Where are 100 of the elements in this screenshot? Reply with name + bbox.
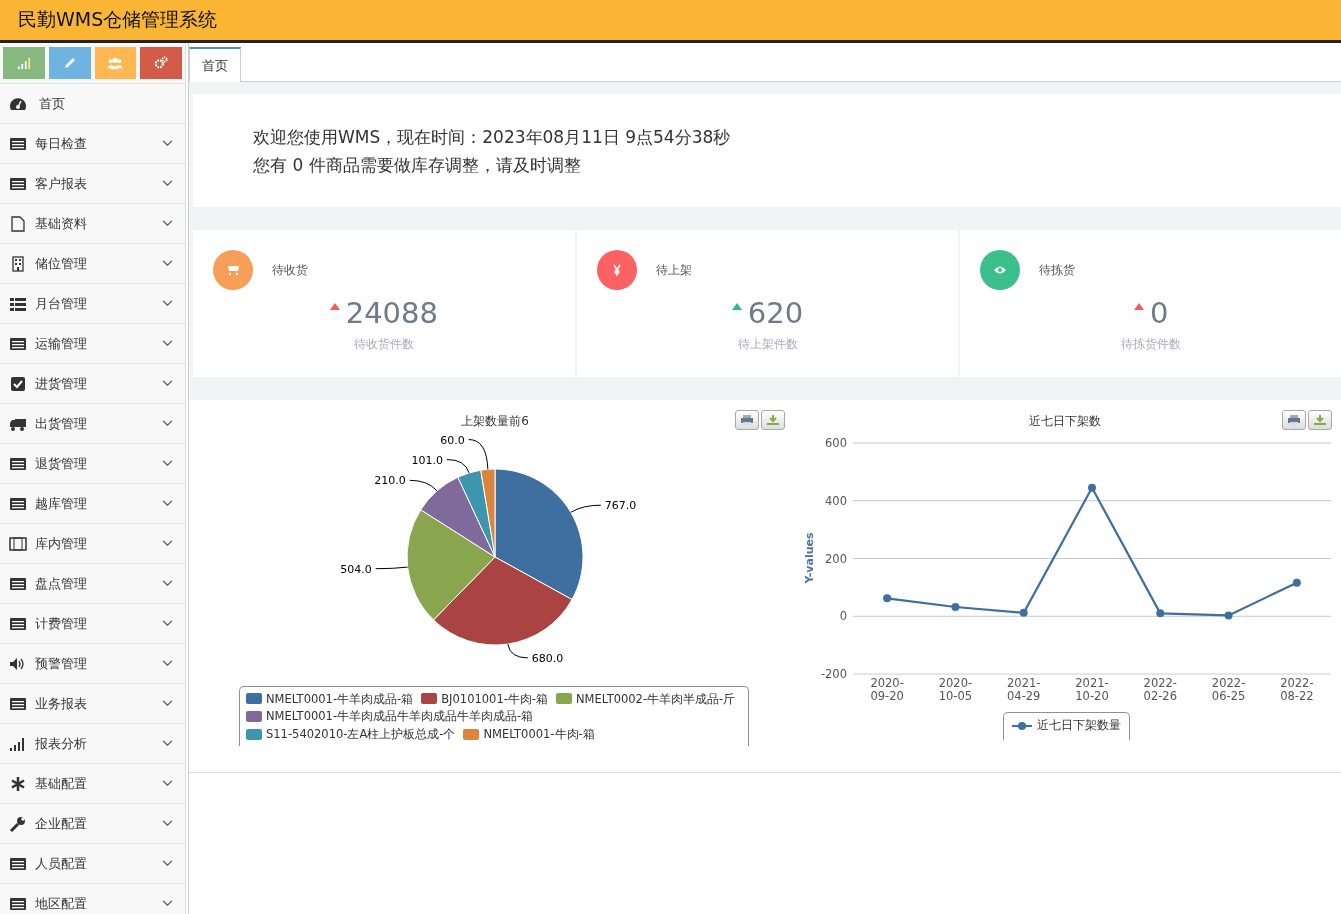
y-axis-title: Y-values xyxy=(803,532,816,584)
x-tick-label: 2020- 10-05 xyxy=(938,676,973,703)
chevron-down-icon xyxy=(162,460,173,467)
print-button[interactable] xyxy=(735,410,759,430)
sidebar-item[interactable]: 计费管理 xyxy=(0,604,185,644)
dashboard-icon xyxy=(9,95,27,112)
asterisk-icon xyxy=(9,775,27,792)
y-tick-label: -200 xyxy=(820,667,847,681)
x-tick-label: 2022- 08-22 xyxy=(1280,676,1314,703)
menu-label: 库内管理 xyxy=(35,534,88,553)
signal-bars-icon xyxy=(16,56,31,70)
menu-label: 出货管理 xyxy=(35,414,88,433)
list-icon xyxy=(9,495,27,512)
chevron-down-icon xyxy=(162,180,173,187)
stat-caption: 待拣货件数 xyxy=(1121,336,1182,353)
shortcut-button[interactable] xyxy=(140,47,182,79)
shortcut-button[interactable] xyxy=(3,47,45,79)
menu-label: 计费管理 xyxy=(35,614,88,633)
sidebar-item[interactable]: 预警管理 xyxy=(0,644,185,684)
sidebar-item[interactable]: 储位管理 xyxy=(0,244,185,284)
x-tick-label: 2022- 06-25 xyxy=(1211,676,1246,703)
menu-label: 退货管理 xyxy=(35,454,88,473)
menu-label: 每日检查 xyxy=(35,134,88,153)
legend-label: S11-5402010-左A柱上护板总成-个 xyxy=(266,727,456,742)
chevron-down-icon xyxy=(162,540,173,547)
chevron-down-icon xyxy=(162,700,173,707)
legend-marker-icon xyxy=(1012,720,1032,731)
menu-label: 人员配置 xyxy=(35,854,88,873)
shortcut-button[interactable] xyxy=(48,47,91,79)
y-tick-label: 600 xyxy=(825,436,847,450)
x-tick-label: 2021- 04-29 xyxy=(1007,676,1041,703)
menu-label: 月台管理 xyxy=(35,294,88,313)
menu-label: 盘点管理 xyxy=(35,574,88,593)
menu-label: 基础资料 xyxy=(35,214,88,233)
tab[interactable]: 首页 xyxy=(189,47,241,82)
sidebar-item[interactable]: 地区配置 xyxy=(0,884,185,914)
sidebar-item[interactable]: 企业配置 xyxy=(0,804,185,844)
download-icon xyxy=(766,414,780,426)
legend-label: BJ0101001-牛肉-箱 xyxy=(441,691,548,706)
sidebar-item[interactable]: 越库管理 xyxy=(0,484,185,524)
stat-caption: 待收货件数 xyxy=(353,336,414,353)
sidebar-item[interactable]: 月台管理 xyxy=(0,284,185,324)
leader-line xyxy=(570,504,602,513)
list-icon xyxy=(9,175,27,192)
chevron-down-icon xyxy=(162,820,173,827)
wrench-icon xyxy=(9,815,27,832)
sidebar-item[interactable]: 退货管理 xyxy=(0,444,185,484)
chevron-down-icon xyxy=(162,620,173,627)
chevron-down-icon xyxy=(162,260,173,267)
app-title: 民勤WMS仓储管理系统 xyxy=(18,7,218,32)
data-point xyxy=(1292,578,1301,587)
menu-label: 预警管理 xyxy=(35,654,88,673)
chart-title: 上架数量前6 xyxy=(461,414,529,428)
sidebar-item[interactable]: 基础配置 xyxy=(0,764,185,804)
leader-line xyxy=(375,566,409,570)
menu-label: 地区配置 xyxy=(35,894,88,913)
legend-label: NMELT0001-牛羊肉成品牛羊肉成品牛羊肉成品-箱 xyxy=(266,709,534,724)
thlist-icon xyxy=(9,295,27,312)
sidebar-item[interactable]: 人员配置 xyxy=(0,844,185,884)
film-icon xyxy=(9,535,27,552)
sidebar-item[interactable]: 运输管理 xyxy=(0,324,185,364)
sidebar-item[interactable]: 每日检查 xyxy=(0,124,185,164)
printer-icon xyxy=(740,414,754,426)
download-button[interactable] xyxy=(761,410,785,430)
legend-swatch xyxy=(463,728,480,740)
sidebar-item[interactable]: 客户报表 xyxy=(0,164,185,204)
users-icon xyxy=(107,56,124,70)
legend-swatch xyxy=(246,693,262,705)
print-button[interactable] xyxy=(1282,410,1306,430)
download-button[interactable] xyxy=(1308,410,1332,430)
sidebar-item[interactable]: 报表分析 xyxy=(0,724,185,764)
printer-icon xyxy=(1287,414,1301,426)
menu-label: 首页 xyxy=(39,94,66,113)
list-icon xyxy=(9,575,27,592)
sidebar-item[interactable]: 首页 xyxy=(0,84,185,124)
sidebar-item[interactable]: 出货管理 xyxy=(0,404,185,444)
gears-icon xyxy=(154,56,169,70)
stat-label: 待拣货 xyxy=(1039,261,1076,279)
menu-label: 业务报表 xyxy=(35,694,88,713)
legend-label: NMELT0001-牛羊肉成品-箱 xyxy=(266,691,414,706)
data-point xyxy=(1088,483,1096,492)
sidebar-item[interactable]: 盘点管理 xyxy=(0,564,185,604)
x-tick-label: 2022- 02-26 xyxy=(1143,676,1177,703)
sidebar-item[interactable]: 业务报表 xyxy=(0,684,185,724)
y-tick-label: 0 xyxy=(839,609,847,624)
legend-label: NMELT0002-牛羊肉半成品-斤 xyxy=(576,691,736,706)
sidebar-item[interactable]: 进货管理 xyxy=(0,364,185,404)
sidebar-item[interactable]: 基础资料 xyxy=(0,204,185,244)
chevron-down-icon xyxy=(162,900,173,907)
sidebar-item[interactable]: 库内管理 xyxy=(0,524,185,564)
chevron-down-icon xyxy=(162,220,173,227)
check-icon xyxy=(9,375,27,392)
list-icon xyxy=(9,135,27,152)
list-icon xyxy=(9,695,27,712)
shortcut-button[interactable] xyxy=(94,47,137,79)
legend-label: NMELT0001-牛肉-箱 xyxy=(483,727,595,742)
chart-title: 近七日下架数 xyxy=(1029,414,1101,428)
stat-caption: 待上架件数 xyxy=(737,336,798,353)
menu-label: 储位管理 xyxy=(35,254,88,273)
file-icon xyxy=(9,215,27,232)
